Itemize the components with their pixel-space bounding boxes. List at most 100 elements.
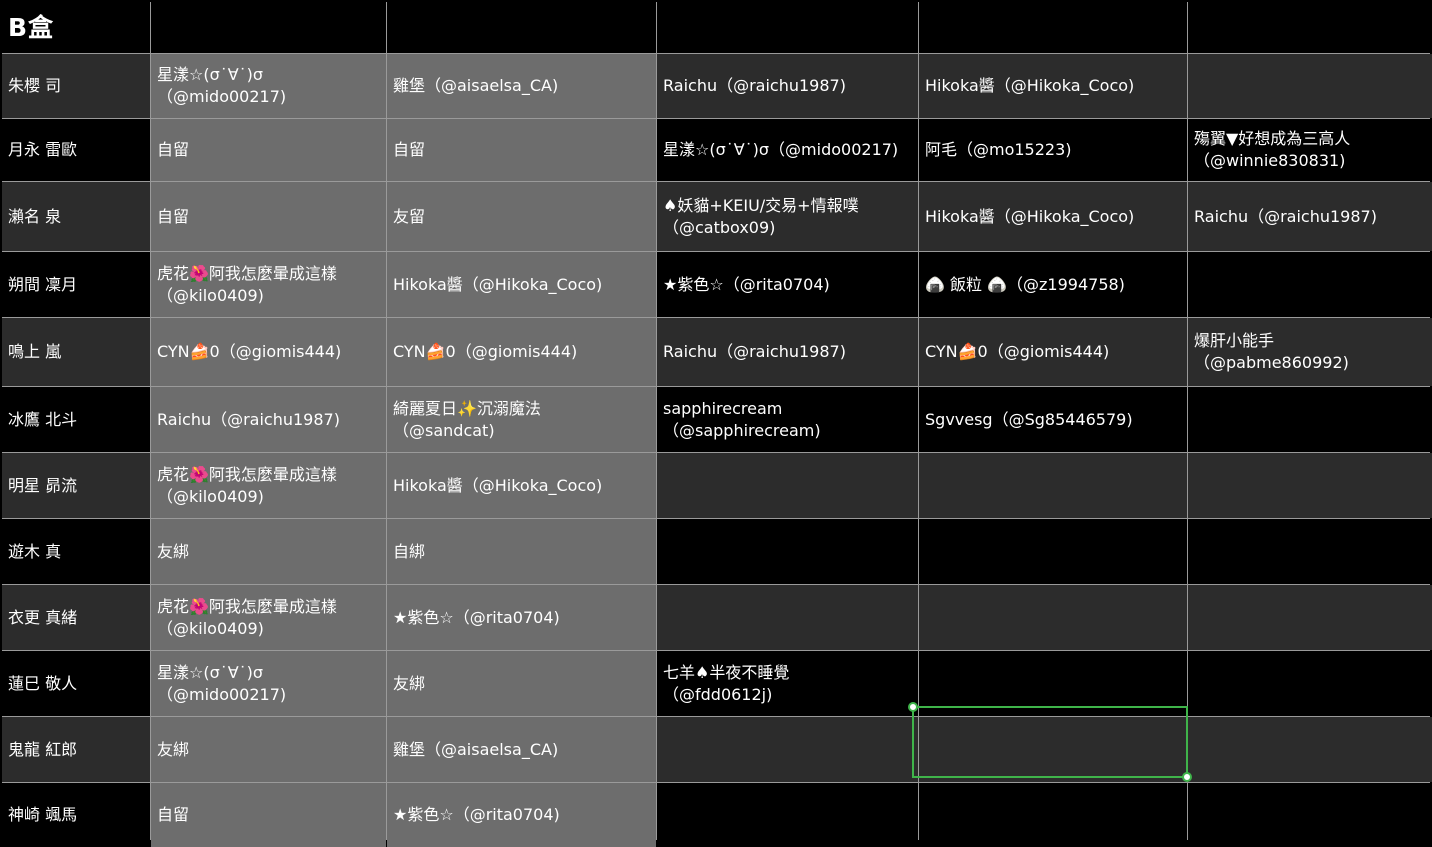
header-cell[interactable]: [387, 2, 656, 53]
table-cell[interactable]: [657, 453, 918, 518]
table-cell[interactable]: 虎花🌺阿我怎麼暈成這樣 （@kilo0409): [151, 453, 386, 518]
table-cell[interactable]: sapphirecream （@sapphirecream): [657, 387, 918, 452]
row-name-text: 神崎 颯馬: [8, 805, 78, 824]
table-cell[interactable]: 自留: [151, 182, 386, 251]
table-cell[interactable]: 自留: [387, 119, 656, 181]
table-cell[interactable]: [1188, 651, 1432, 716]
header-cell[interactable]: [1188, 2, 1432, 53]
table-cell[interactable]: [919, 783, 1187, 847]
row-name-cell[interactable]: 月永 雷歐: [2, 119, 150, 181]
table-cell[interactable]: [657, 783, 918, 847]
table-cell[interactable]: [1188, 54, 1432, 118]
table-cell[interactable]: [919, 717, 1187, 782]
table-cell[interactable]: 友綁: [387, 651, 656, 716]
row-name-cell[interactable]: 朔間 凜月: [2, 252, 150, 317]
cell-text: Hikoka醬（@Hikoka_Coco): [393, 274, 603, 294]
cell-text: Raichu（@raichu1987): [1194, 206, 1377, 226]
row-name-cell[interactable]: 衣更 真緒: [2, 585, 150, 650]
cell-text: Raichu（@raichu1987): [663, 342, 846, 361]
row-name-cell[interactable]: 冰鷹 北斗: [2, 387, 150, 452]
table-cell[interactable]: Raichu（@raichu1987): [657, 318, 918, 386]
row-name-text: 蓮巳 敬人: [8, 673, 78, 693]
table-cell[interactable]: CYN🍰0（@giomis444): [919, 318, 1187, 386]
table-cell[interactable]: Sgvvesg（@Sg85446579): [919, 387, 1187, 452]
table-cell[interactable]: 自留: [151, 783, 386, 847]
cell-text: Raichu（@raichu1987): [663, 76, 846, 95]
row-name-text: 瀨名 泉: [8, 206, 62, 226]
table-cell[interactable]: 殤翼▼好想成為三高人 （@winnie830831): [1188, 119, 1432, 181]
cell-text: 虎花🌺阿我怎麼暈成這樣 （@kilo0409): [157, 596, 337, 638]
row-name-text: 月永 雷歐: [8, 140, 78, 159]
table-cell[interactable]: 🍙 飯粒 🍙（@z1994758): [919, 252, 1187, 317]
table-cell[interactable]: 虎花🌺阿我怎麼暈成這樣 （@kilo0409): [151, 252, 386, 317]
cell-text: Hikoka醬（@Hikoka_Coco): [925, 206, 1135, 226]
table-cell[interactable]: Hikoka醬（@Hikoka_Coco): [387, 252, 656, 317]
table-cell[interactable]: ♠妖貓+KEIU/交易+情報噗 （@catbox09): [657, 182, 918, 251]
cell-text: Raichu（@raichu1987): [157, 409, 340, 429]
table-cell[interactable]: 星漾☆(σ˙∀˙)σ （@mido00217): [151, 651, 386, 716]
row-name-cell[interactable]: 瀨名 泉: [2, 182, 150, 251]
table-cell[interactable]: 友綁: [151, 717, 386, 782]
table-cell[interactable]: [657, 519, 918, 584]
cell-text: CYN🍰0（@giomis444): [393, 342, 578, 361]
table-cell[interactable]: [1188, 783, 1432, 847]
table-cell[interactable]: [657, 585, 918, 650]
row-name-cell[interactable]: 神崎 颯馬: [2, 783, 150, 847]
header-cell[interactable]: [151, 2, 386, 53]
row-name-cell[interactable]: 朱櫻 司: [2, 54, 150, 118]
cell-text: 虎花🌺阿我怎麼暈成這樣 （@kilo0409): [157, 464, 337, 506]
cell-text: 綺麗夏日✨沉溺魔法 （@sandcat): [393, 398, 541, 440]
row-name-text: 朱櫻 司: [8, 76, 62, 95]
table-cell[interactable]: 七羊♠半夜不睡覺 （@fdd0612j): [657, 651, 918, 716]
sheet-title[interactable]: B盒: [2, 2, 150, 53]
table-cell[interactable]: 自留: [151, 119, 386, 181]
table-cell[interactable]: CYN🍰0（@giomis444): [151, 318, 386, 386]
table-cell[interactable]: Hikoka醬（@Hikoka_Coco): [919, 54, 1187, 118]
table-cell[interactable]: CYN🍰0（@giomis444): [387, 318, 656, 386]
row-name-cell[interactable]: 明星 昴流: [2, 453, 150, 518]
table-cell[interactable]: 友留: [387, 182, 656, 251]
row-name-cell[interactable]: 鬼龍 紅郎: [2, 717, 150, 782]
table-cell[interactable]: [1188, 717, 1432, 782]
row-name-cell[interactable]: 鳴上 嵐: [2, 318, 150, 386]
table-cell[interactable]: 雞堡（@aisaelsa_CA): [387, 54, 656, 118]
table-cell[interactable]: Hikoka醬（@Hikoka_Coco): [387, 453, 656, 518]
row-name-text: 明星 昴流: [8, 475, 78, 495]
table-cell[interactable]: 自綁: [387, 519, 656, 584]
row-name-text: 冰鷹 北斗: [8, 409, 78, 429]
table-cell[interactable]: [1188, 453, 1432, 518]
table-cell[interactable]: [919, 453, 1187, 518]
table-cell[interactable]: [919, 519, 1187, 584]
cell-text: CYN🍰0（@giomis444): [157, 342, 342, 361]
table-cell[interactable]: 阿毛（@mo15223): [919, 119, 1187, 181]
table-cell[interactable]: [919, 651, 1187, 716]
table-cell[interactable]: Hikoka醬（@Hikoka_Coco): [919, 182, 1187, 251]
table-cell[interactable]: 虎花🌺阿我怎麼暈成這樣 （@kilo0409): [151, 585, 386, 650]
row-name-cell[interactable]: 遊木 真: [2, 519, 150, 584]
row-name-cell[interactable]: 蓮巳 敬人: [2, 651, 150, 716]
cell-text: 阿毛（@mo15223): [925, 140, 1072, 159]
cell-text: 殤翼▼好想成為三高人 （@winnie830831): [1194, 129, 1351, 170]
table-cell[interactable]: [919, 585, 1187, 650]
table-cell[interactable]: ★紫色☆（@rita0704): [387, 783, 656, 847]
table-cell[interactable]: 綺麗夏日✨沉溺魔法 （@sandcat): [387, 387, 656, 452]
table-cell[interactable]: [1188, 387, 1432, 452]
header-cell[interactable]: [919, 2, 1187, 53]
table-cell[interactable]: Raichu（@raichu1987): [657, 54, 918, 118]
table-cell[interactable]: [1188, 585, 1432, 650]
header-cell[interactable]: [657, 2, 918, 53]
table-cell[interactable]: Raichu（@raichu1987): [151, 387, 386, 452]
table-cell[interactable]: [1188, 252, 1432, 317]
table-cell[interactable]: 雞堡（@aisaelsa_CA): [387, 717, 656, 782]
cell-text: Hikoka醬（@Hikoka_Coco): [925, 76, 1135, 95]
table-cell[interactable]: ★紫色☆（@rita0704): [657, 252, 918, 317]
table-cell[interactable]: 星漾☆(σ˙∀˙)σ （@mido00217): [151, 54, 386, 118]
table-cell[interactable]: 星漾☆(σ˙∀˙)σ（@mido00217): [657, 119, 918, 181]
table-cell[interactable]: 友綁: [151, 519, 386, 584]
table-cell[interactable]: Raichu（@raichu1987): [1188, 182, 1432, 251]
table-cell[interactable]: [657, 717, 918, 782]
table-cell[interactable]: [1188, 519, 1432, 584]
table-cell[interactable]: 爆肝小能手 （@pabme860992): [1188, 318, 1432, 386]
cell-text: 自留: [157, 140, 190, 159]
table-cell[interactable]: ★紫色☆（@rita0704): [387, 585, 656, 650]
